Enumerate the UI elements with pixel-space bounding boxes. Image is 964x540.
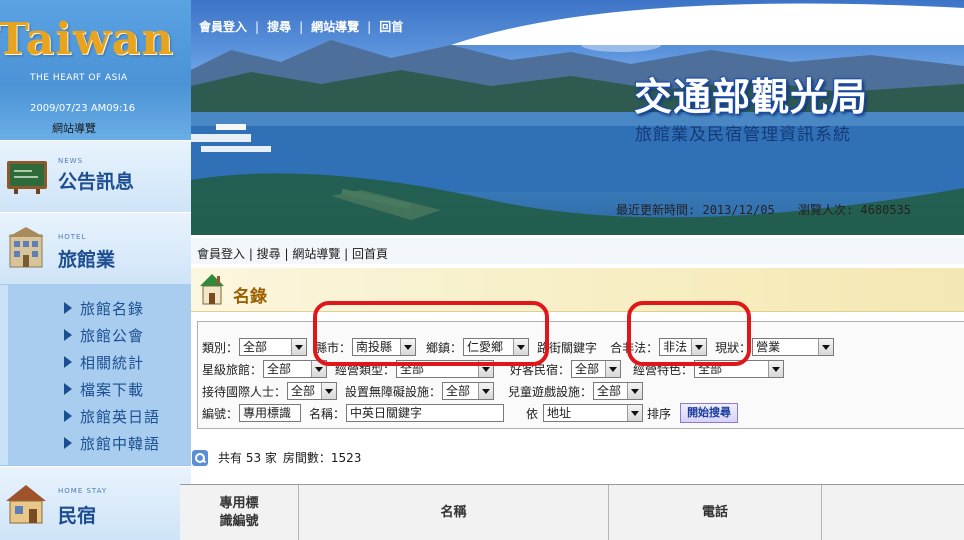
updated-label: 最近更新時間: bbox=[616, 203, 696, 217]
kids-facility-select[interactable]: 全部 bbox=[593, 382, 644, 400]
category-select[interactable]: 全部 bbox=[239, 338, 308, 356]
logo-tagline: THE HEART OF ASIA bbox=[30, 73, 128, 83]
chalkboard-icon bbox=[7, 161, 47, 194]
news-label: 公告訊息 bbox=[58, 171, 135, 193]
arrow-right-icon bbox=[64, 329, 72, 341]
category-label: 類別： bbox=[202, 340, 239, 355]
chevron-down-icon bbox=[627, 405, 643, 421]
sort-label: 排序 bbox=[647, 406, 672, 421]
result-summary: 共有 53 家 房間數：1523 bbox=[192, 449, 361, 466]
page-title: 名錄 bbox=[233, 287, 267, 307]
menu-item-association[interactable]: 旅館公會 bbox=[64, 324, 144, 346]
menu-item-statistics[interactable]: 相關統計 bbox=[64, 351, 144, 373]
arrow-right-icon bbox=[64, 356, 72, 368]
breadcrumb-nav: 會員登入 | 搜尋 | 網站導覽 | 回首頁 bbox=[191, 238, 964, 264]
chevron-down-icon bbox=[605, 361, 621, 377]
hotel-eng-label: HOTEL bbox=[58, 233, 87, 241]
kids-facility-label: 兒童遊戲設施： bbox=[508, 384, 593, 399]
nav-links[interactable]: 會員登入 | 搜尋 | 網站導覽 | 回首頁 bbox=[197, 247, 388, 261]
name-label: 名稱： bbox=[309, 406, 346, 421]
filter-row-3: 接待國際人士： 全部 設置無障礙設施： 全部 兒童遊戲設施： 全部 bbox=[202, 381, 647, 401]
id-input[interactable]: 專用標識 bbox=[239, 404, 302, 422]
column-header-phone: 電話 bbox=[609, 485, 822, 540]
house-icon bbox=[200, 274, 224, 305]
chevron-down-icon bbox=[768, 361, 784, 377]
chevron-down-icon bbox=[627, 383, 643, 399]
hotel-label: 旅館業 bbox=[58, 249, 116, 271]
star-hotel-label: 星級旅館： bbox=[202, 362, 263, 377]
results-table: 專用標 識編號 名稱 電話 bbox=[180, 484, 964, 540]
column-header-id: 專用標 識編號 bbox=[180, 485, 299, 540]
sidebar-header: Taiwan THE HEART OF ASIA 2009/07/23 AM09… bbox=[0, 0, 191, 140]
friendly-homestay-select[interactable]: 全部 bbox=[571, 360, 622, 378]
column-header-name: 名稱 bbox=[299, 485, 609, 540]
hotel-submenu: 旅館名錄 旅館公會 相關統計 檔案下載 旅館英日語 旅館中韓語 bbox=[0, 285, 191, 465]
visits-value: 4680535 bbox=[860, 203, 911, 217]
legal-status-highlight bbox=[627, 301, 751, 366]
news-eng-label: NEWS bbox=[58, 157, 84, 165]
accessibility-select[interactable]: 全部 bbox=[442, 382, 495, 400]
updated-value: 2013/12/05 bbox=[702, 203, 775, 217]
menu-item-downloads[interactable]: 檔案下載 bbox=[64, 378, 144, 400]
menu-item-directory[interactable]: 旅館名錄 bbox=[64, 297, 144, 319]
sidebar-news[interactable]: NEWS 公告訊息 bbox=[0, 140, 191, 212]
filter-row-4: 編號： 專用標識 名稱： 中英日關鍵字 依 地址 排序 開始搜尋 bbox=[202, 403, 739, 423]
header-banner: 會員登入 | 搜尋 | 網站導覽 | 回首 交通部觀光局 旅館業及民宿管理資訊系統 最近更新… bbox=[191, 0, 964, 235]
list-header: 名錄 bbox=[191, 268, 964, 312]
sidebar-datetime: 2009/07/23 AM09:16 bbox=[30, 103, 136, 114]
sidebar-sitemap-link[interactable]: 網站導覽 bbox=[52, 120, 96, 136]
arrow-right-icon bbox=[64, 383, 72, 395]
banner-subtitle: 旅館業及民宿管理資訊系統 bbox=[635, 125, 851, 145]
sidebar-hotel[interactable]: HOTEL 旅館業 bbox=[0, 212, 191, 284]
chevron-down-icon bbox=[291, 339, 307, 355]
accessibility-label: 設置無障礙設施： bbox=[345, 384, 442, 399]
building-icon bbox=[8, 227, 44, 268]
search-button[interactable]: 開始搜尋 bbox=[680, 403, 739, 423]
homestay-label: 民宿 bbox=[58, 505, 97, 527]
sidebar: Taiwan THE HEART OF ASIA 2009/07/23 AM09… bbox=[0, 0, 191, 540]
column-header-extra bbox=[822, 485, 964, 540]
sort-field-select[interactable]: 地址 bbox=[543, 404, 644, 422]
chevron-down-icon bbox=[818, 339, 834, 355]
update-info: 最近更新時間: 2013/12/05 瀏覽人次: 4680535 bbox=[616, 201, 911, 218]
menu-item-en-jp[interactable]: 旅館英日語 bbox=[64, 405, 160, 427]
house-icon bbox=[6, 485, 46, 524]
name-input[interactable]: 中英日關鍵字 bbox=[346, 404, 505, 422]
arrow-right-icon bbox=[64, 410, 72, 422]
homestay-eng-label: HOME STAY bbox=[58, 487, 108, 495]
banner-info-strip bbox=[451, 3, 964, 45]
chevron-down-icon bbox=[478, 383, 494, 399]
search-icon bbox=[192, 449, 208, 466]
taiwan-logo: Taiwan bbox=[0, 14, 175, 65]
star-hotel-select[interactable]: 全部 bbox=[263, 360, 328, 378]
sort-by-label: 依 bbox=[526, 406, 539, 421]
banner-title: 交通部觀光局 bbox=[634, 75, 869, 119]
international-label: 接待國際人士： bbox=[202, 384, 287, 399]
county-township-highlight bbox=[313, 301, 549, 366]
id-label: 編號： bbox=[202, 406, 239, 421]
arrow-right-icon bbox=[64, 302, 72, 314]
menu-item-zh-kr[interactable]: 旅館中韓語 bbox=[64, 432, 160, 454]
status-select[interactable]: 營業 bbox=[752, 338, 835, 356]
international-select[interactable]: 全部 bbox=[287, 382, 338, 400]
arrow-right-icon bbox=[64, 437, 72, 449]
visits-label: 瀏覽人次: bbox=[797, 203, 854, 217]
chevron-down-icon bbox=[321, 383, 337, 399]
result-count: 共有 53 家 bbox=[218, 451, 277, 465]
room-count: 房間數：1523 bbox=[282, 451, 362, 465]
sidebar-homestay[interactable]: HOME STAY 民宿 bbox=[0, 466, 191, 540]
